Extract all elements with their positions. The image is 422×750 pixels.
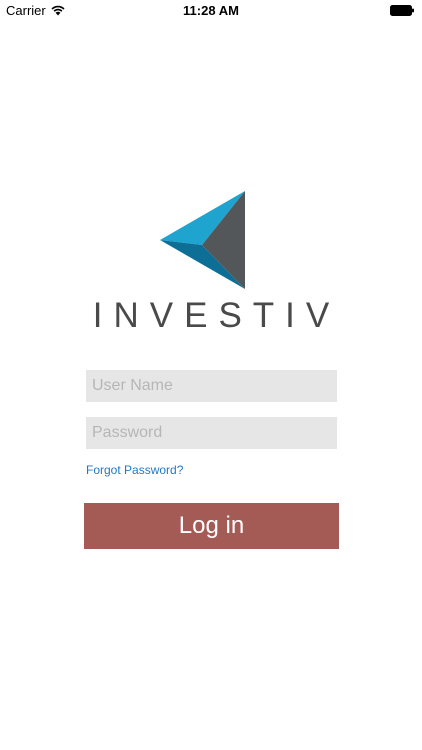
status-bar: Carrier 11:28 AM bbox=[0, 0, 422, 22]
username-field[interactable] bbox=[86, 370, 337, 402]
login-button[interactable]: Log in bbox=[84, 503, 339, 549]
brand-name: INVESTIV bbox=[92, 296, 341, 335]
password-field[interactable] bbox=[86, 417, 337, 449]
investiv-logo-icon bbox=[160, 191, 245, 289]
status-time: 11:28 AM bbox=[183, 3, 239, 18]
forgot-password-link[interactable]: Forgot Password? bbox=[86, 463, 183, 477]
battery-icon bbox=[390, 5, 414, 16]
